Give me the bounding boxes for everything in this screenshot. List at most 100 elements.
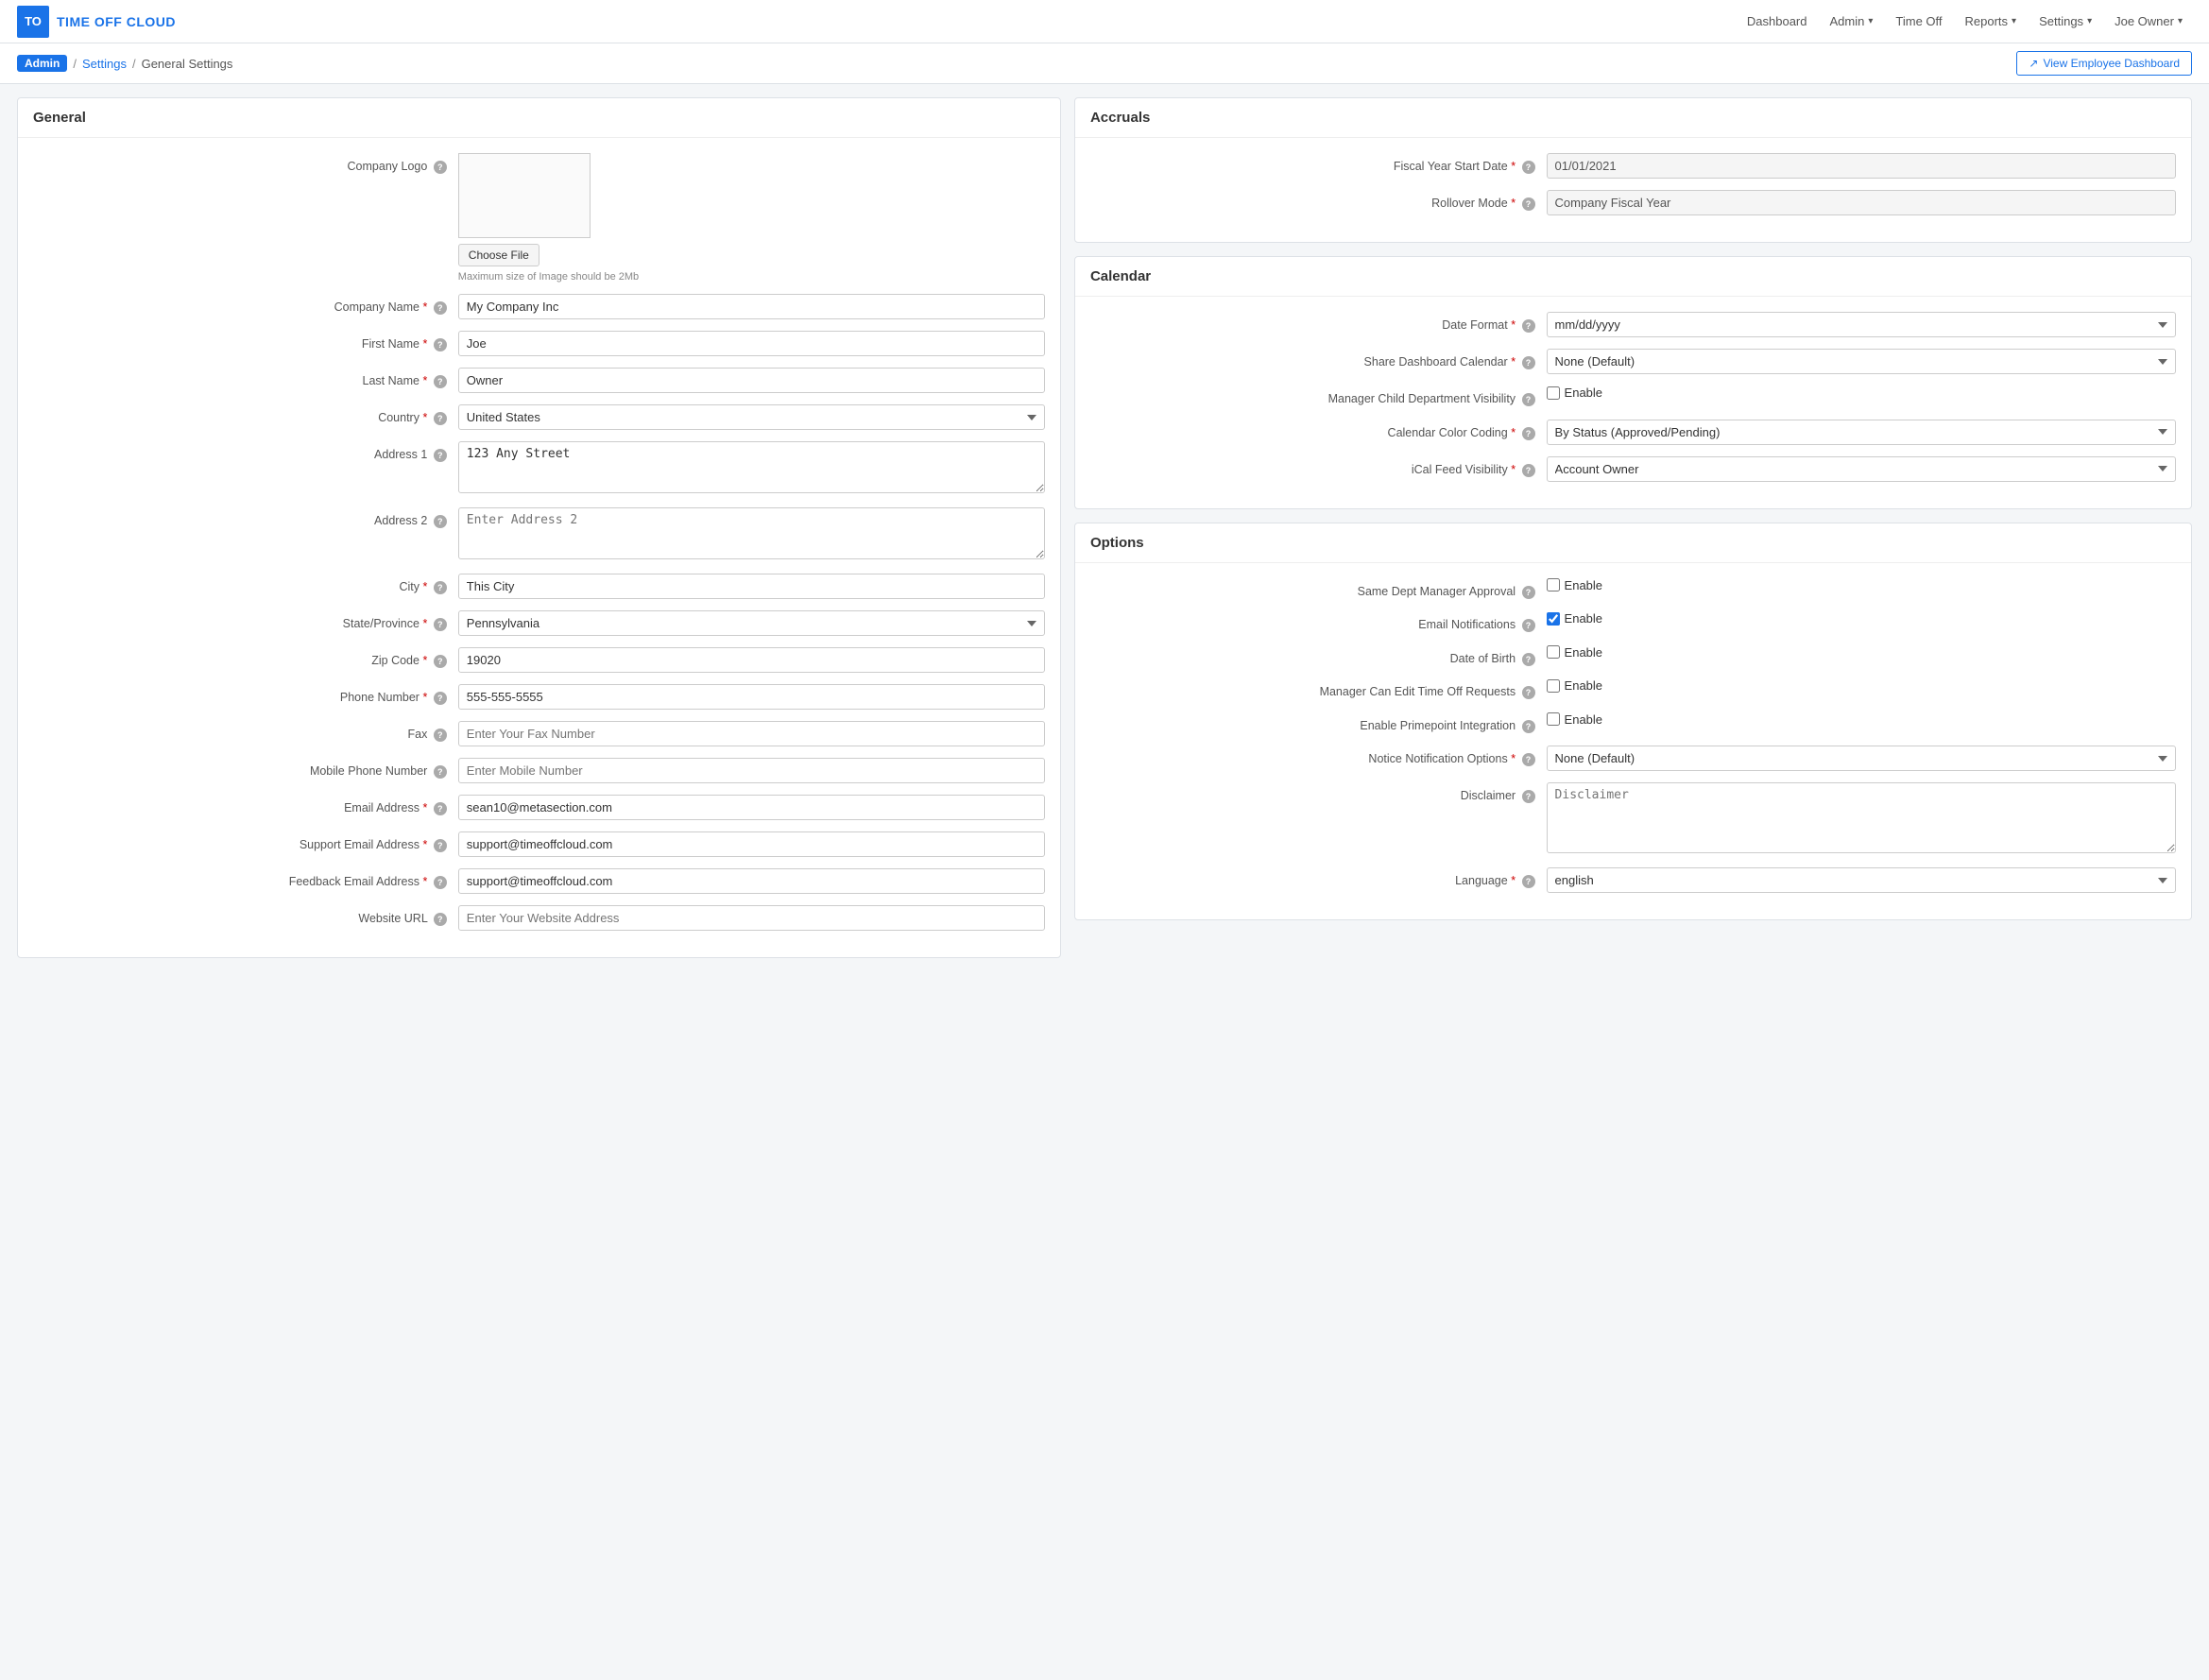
notice-notif-wrap: None (Default) Daily Weekly xyxy=(1547,746,2176,771)
country-wrap: United States Canada United Kingdom xyxy=(458,404,1045,430)
zip-help-icon[interactable]: ? xyxy=(434,655,447,668)
city-wrap xyxy=(458,574,1045,599)
support-email-row: Support Email Address * ? xyxy=(33,831,1045,857)
email-help-icon[interactable]: ? xyxy=(434,802,447,815)
state-help-icon[interactable]: ? xyxy=(434,618,447,631)
address1-help-icon[interactable]: ? xyxy=(434,449,447,462)
notice-notif-select[interactable]: None (Default) Daily Weekly xyxy=(1547,746,2176,771)
nav-settings[interactable]: Settings xyxy=(2029,10,2101,32)
same-dept-checkbox[interactable] xyxy=(1547,578,1560,591)
first-name-input[interactable] xyxy=(458,331,1045,356)
feedback-email-input[interactable] xyxy=(458,868,1045,894)
country-select[interactable]: United States Canada United Kingdom xyxy=(458,404,1045,430)
dob-checkbox-label[interactable]: Enable xyxy=(1547,645,2176,660)
ical-feed-select[interactable]: Account Owner All Employees None xyxy=(1547,456,2176,482)
city-help-icon[interactable]: ? xyxy=(434,581,447,594)
last-name-input[interactable] xyxy=(458,368,1045,393)
language-help-icon[interactable]: ? xyxy=(1522,875,1535,888)
email-notif-help-icon[interactable]: ? xyxy=(1522,619,1535,632)
address2-help-icon[interactable]: ? xyxy=(434,515,447,528)
rollover-help-icon[interactable]: ? xyxy=(1522,197,1535,211)
manager-dept-checkbox[interactable] xyxy=(1547,386,1560,400)
same-dept-checkbox-label[interactable]: Enable xyxy=(1547,578,2176,592)
fiscal-year-wrap xyxy=(1547,153,2176,179)
state-label: State/Province * ? xyxy=(33,610,458,633)
mobile-help-icon[interactable]: ? xyxy=(434,765,447,779)
primepoint-checkbox[interactable] xyxy=(1547,712,1560,726)
email-notif-checkbox[interactable] xyxy=(1547,612,1560,626)
address2-label: Address 2 ? xyxy=(33,507,458,530)
email-notif-checkbox-label[interactable]: Enable xyxy=(1547,611,2176,626)
phone-input[interactable] xyxy=(458,684,1045,710)
email-notif-label: Email Notifications ? xyxy=(1090,611,1547,634)
mobile-label: Mobile Phone Number ? xyxy=(33,758,458,780)
zip-input[interactable] xyxy=(458,647,1045,673)
first-name-help-icon[interactable]: ? xyxy=(434,338,447,351)
nav-dashboard[interactable]: Dashboard xyxy=(1738,10,1817,32)
notice-notif-help-icon[interactable]: ? xyxy=(1522,753,1535,766)
state-select[interactable]: Pennsylvania New York California xyxy=(458,610,1045,636)
date-format-help-icon[interactable]: ? xyxy=(1522,319,1535,333)
address1-label: Address 1 ? xyxy=(33,441,458,464)
breadcrumb-sep1: / xyxy=(73,57,77,71)
nav-admin[interactable]: Admin xyxy=(1821,10,1883,32)
fax-help-icon[interactable]: ? xyxy=(434,729,447,742)
primepoint-checkbox-label[interactable]: Enable xyxy=(1547,712,2176,727)
calendar-color-help-icon[interactable]: ? xyxy=(1522,427,1535,440)
same-dept-help-icon[interactable]: ? xyxy=(1522,586,1535,599)
accruals-card: Accruals Fiscal Year Start Date * ? Roll… xyxy=(1074,97,2192,243)
fax-input[interactable] xyxy=(458,721,1045,746)
manager-dept-help-icon[interactable]: ? xyxy=(1522,393,1535,406)
website-input[interactable] xyxy=(458,905,1045,931)
address2-textarea[interactable] xyxy=(458,507,1045,559)
date-format-select[interactable]: mm/dd/yyyy dd/mm/yyyy yyyy/mm/dd xyxy=(1547,312,2176,337)
address1-textarea[interactable]: 123 Any Street xyxy=(458,441,1045,493)
calendar-color-select[interactable]: By Status (Approved/Pending) By Employee… xyxy=(1547,420,2176,445)
manager-edit-checkbox-label[interactable]: Enable xyxy=(1547,678,2176,693)
navbar: TO TIME OFF CLOUD Dashboard Admin Time O… xyxy=(0,0,2209,43)
mobile-input[interactable] xyxy=(458,758,1045,783)
company-name-input[interactable] xyxy=(458,294,1045,319)
breadcrumb-settings[interactable]: Settings xyxy=(82,57,127,71)
manager-edit-label: Manager Can Edit Time Off Requests ? xyxy=(1090,678,1547,701)
primepoint-help-icon[interactable]: ? xyxy=(1522,720,1535,733)
view-employee-button[interactable]: ↗ View Employee Dashboard xyxy=(2016,51,2192,76)
company-name-help-icon[interactable]: ? xyxy=(434,301,447,315)
language-select[interactable]: english french spanish xyxy=(1547,867,2176,893)
manager-dept-checkbox-label[interactable]: Enable xyxy=(1547,386,2176,400)
phone-help-icon[interactable]: ? xyxy=(434,692,447,705)
support-email-input[interactable] xyxy=(458,831,1045,857)
nav-timeoff[interactable]: Time Off xyxy=(1886,10,1951,32)
disclaimer-help-icon[interactable]: ? xyxy=(1522,790,1535,803)
share-dashboard-select[interactable]: None (Default) All Employees Manager xyxy=(1547,349,2176,374)
logo-help-icon[interactable]: ? xyxy=(434,161,447,174)
choose-file-button[interactable]: Choose File xyxy=(458,244,539,266)
nav-user[interactable]: Joe Owner xyxy=(2105,10,2192,32)
last-name-help-icon[interactable]: ? xyxy=(434,375,447,388)
brand-link[interactable]: TO TIME OFF CLOUD xyxy=(17,6,176,38)
manager-edit-checkbox[interactable] xyxy=(1547,679,1560,693)
dob-help-icon[interactable]: ? xyxy=(1522,653,1535,666)
manager-edit-help-icon[interactable]: ? xyxy=(1522,686,1535,699)
nav-reports[interactable]: Reports xyxy=(1956,10,2027,32)
rollover-label: Rollover Mode * ? xyxy=(1090,190,1547,213)
calendar-color-wrap: By Status (Approved/Pending) By Employee… xyxy=(1547,420,2176,445)
language-label: Language * ? xyxy=(1090,867,1547,890)
email-input[interactable] xyxy=(458,795,1045,820)
country-help-icon[interactable]: ? xyxy=(434,412,447,425)
fiscal-year-help-icon[interactable]: ? xyxy=(1522,161,1535,174)
dob-checkbox[interactable] xyxy=(1547,645,1560,659)
feedback-email-help-icon[interactable]: ? xyxy=(434,876,447,889)
disclaimer-textarea[interactable] xyxy=(1547,782,2176,853)
ical-feed-help-icon[interactable]: ? xyxy=(1522,464,1535,477)
zip-row: Zip Code * ? xyxy=(33,647,1045,673)
same-dept-label: Same Dept Manager Approval ? xyxy=(1090,578,1547,601)
main-content: General Company Logo ? Choose File Maxim… xyxy=(0,84,2209,985)
website-help-icon[interactable]: ? xyxy=(434,913,447,926)
calendar-card-body: Date Format * ? mm/dd/yyyy dd/mm/yyyy yy… xyxy=(1075,297,2191,508)
breadcrumb-admin[interactable]: Admin xyxy=(17,55,67,72)
feedback-email-label: Feedback Email Address * ? xyxy=(33,868,458,891)
share-dashboard-help-icon[interactable]: ? xyxy=(1522,356,1535,369)
city-input[interactable] xyxy=(458,574,1045,599)
support-email-help-icon[interactable]: ? xyxy=(434,839,447,852)
